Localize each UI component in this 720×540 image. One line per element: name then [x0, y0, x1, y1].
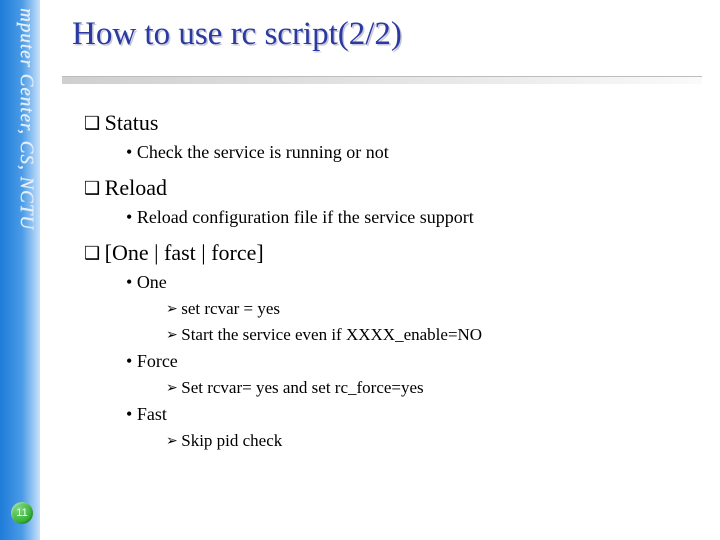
page-number-badge: 11: [11, 502, 33, 524]
bullet-one: One: [126, 272, 694, 293]
arrow-one-2: Start the service even if XXXX_enable=NO: [166, 325, 694, 345]
sidebar-label: mputer Center, CS, NCTU: [3, 8, 37, 308]
slide-content: Status Check the service is running or n…: [84, 94, 694, 451]
heading-reload: Reload: [84, 175, 694, 201]
arrow-one-1: set rcvar = yes: [166, 299, 694, 319]
heading-one-fast-force: [One | fast | force]: [84, 240, 694, 266]
arrow-force-1: Set rcvar= yes and set rc_force=yes: [166, 378, 694, 398]
bullet-reload-1: Reload configuration file if the service…: [126, 207, 694, 228]
bullet-fast: Fast: [126, 404, 694, 425]
arrow-fast-1: Skip pid check: [166, 431, 694, 451]
slide: mputer Center, CS, NCTU 11 How to use rc…: [0, 0, 720, 540]
bullet-force: Force: [126, 351, 694, 372]
heading-status: Status: [84, 110, 694, 136]
bullet-status-1: Check the service is running or not: [126, 142, 694, 163]
title-underline: [62, 76, 702, 84]
sidebar-gradient: mputer Center, CS, NCTU: [0, 0, 40, 540]
slide-title: How to use rc script(2/2): [72, 16, 402, 53]
